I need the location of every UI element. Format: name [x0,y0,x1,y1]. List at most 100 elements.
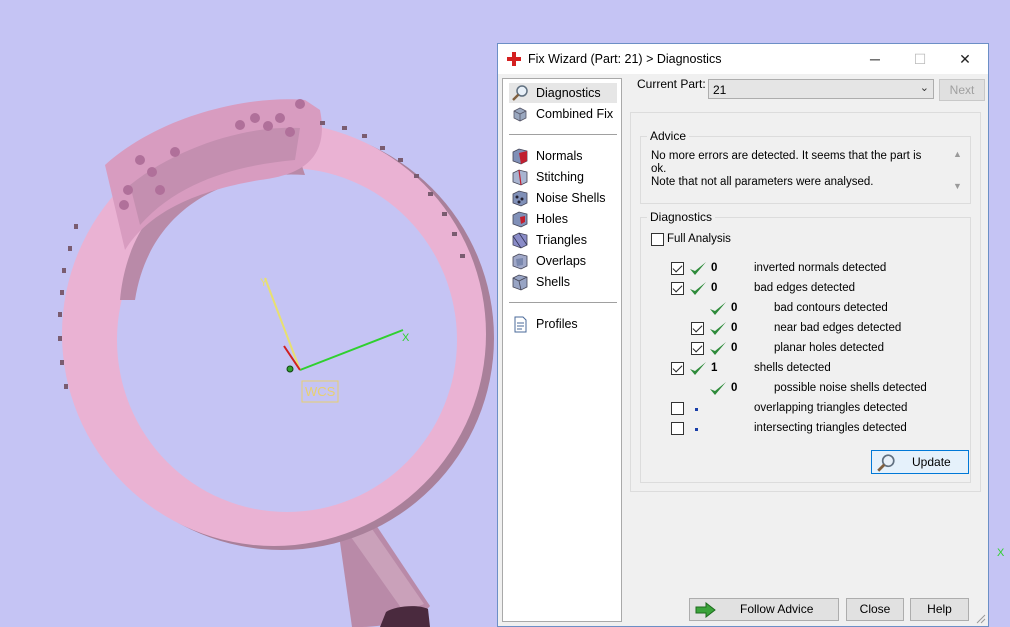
green-check-icon [710,342,726,355]
diagnostic-label: shells detected [754,362,831,374]
current-part-label: Current Part: [637,77,706,91]
nav-label-stitching: Stitching [536,170,584,184]
origin-marker [286,365,294,373]
diagnostic-count: 0 [731,342,738,354]
magnifier-icon [877,454,895,472]
diagnostic-checkbox[interactable] [671,282,684,295]
holes-cube-icon [512,211,528,228]
title-bar[interactable]: Fix Wizard (Part: 21) > Diagnostics ─ ☐ … [498,44,988,74]
diagnostic-label: intersecting triangles detected [754,422,907,434]
nav-label-profiles: Profiles [536,317,578,331]
maximize-button[interactable]: ☐ [897,44,943,74]
nav-item-triangles[interactable]: Triangles [509,230,617,250]
nav-item-diagnostics[interactable]: Diagnostics [509,83,617,103]
diagnostic-count: 0 [711,262,718,274]
advice-text: No more errors are detected. It seems th… [651,150,931,189]
nav-item-profiles[interactable]: Profiles [509,314,617,334]
green-check-icon [710,382,726,395]
wizard-nav-panel: Diagnostics Combined Fix Normals Stitchi… [502,78,622,622]
window-title: Fix Wizard (Part: 21) > Diagnostics [528,52,722,66]
full-analysis-label: Full Analysis [667,233,731,245]
chevron-down-icon: ⌄ [919,82,929,94]
update-button[interactable]: Update [871,450,969,474]
scroll-down-icon[interactable]: ▼ [953,181,962,191]
diagnostic-label: overlapping triangles detected [754,402,908,414]
arrow-right-icon [695,602,716,618]
diagnostics-title: Diagnostics [647,210,716,224]
advice-group: Advice No more errors are detected. It s… [640,129,971,204]
diagnostic-count: 0 [731,302,738,314]
axis-marker: X [997,547,1005,559]
profiles-document-icon [514,316,527,333]
help-button[interactable]: Help [910,598,969,621]
diagnostic-count: 1 [711,362,718,374]
diagnostic-label: bad edges detected [754,282,856,294]
full-analysis-checkbox[interactable] [651,233,664,246]
update-label: Update [912,455,951,469]
green-check-icon [690,262,706,275]
current-part-value: 21 [713,83,727,97]
close-button[interactable]: Close [846,598,904,621]
green-check-icon [710,302,726,315]
nav-label-holes: Holes [536,212,568,226]
x-axis-label: X [402,332,410,344]
fix-wizard-dialog: Fix Wizard (Part: 21) > Diagnostics ─ ☐ … [497,43,989,627]
shells-cube-icon [512,274,528,291]
follow-advice-button[interactable]: Follow Advice [689,598,839,621]
nav-label-triangles: Triangles [536,233,587,247]
nav-item-shells[interactable]: Shells [509,272,617,292]
diagnostic-checkbox[interactable] [691,342,704,355]
diagnostic-label: planar holes detected [774,342,884,354]
diagnostic-checkbox[interactable] [671,262,684,275]
nav-label-diagnostics: Diagnostics [536,86,601,100]
advice-line-1: No more errors are detected. It seems th… [651,150,922,175]
combined-fix-icon [513,107,527,122]
red-cross-icon [507,52,521,66]
status-dot [695,428,698,431]
diagnostic-checkbox[interactable] [671,362,684,375]
diagnostic-count: 0 [731,382,738,394]
stitching-cube-icon [512,169,528,186]
nav-item-stitching[interactable]: Stitching [509,167,617,187]
nav-label-shells: Shells [536,275,571,289]
scroll-up-icon[interactable]: ▲ [953,149,962,159]
diagnostic-checkbox[interactable] [671,422,684,435]
advice-line-2: Note that not all parameters were analys… [651,176,874,188]
green-check-icon [690,362,706,375]
current-part-select[interactable]: 21 ⌄ [708,79,934,99]
diagnostic-label: inverted normals detected [754,262,887,274]
diagnostics-group: Diagnostics Full Analysis 0 inverted norm… [640,210,971,483]
diagnostic-label: possible noise shells detected [774,382,927,394]
nav-item-overlaps[interactable]: Overlaps [509,251,617,271]
diagnostic-checkbox[interactable] [671,402,684,415]
nav-divider [509,134,617,135]
diagnostic-label: near bad edges detected [774,322,902,334]
diagnostics-panel: Advice No more errors are detected. It s… [630,112,981,492]
noise-shells-cube-icon [512,190,528,207]
close-window-button[interactable]: ✕ [942,44,988,74]
diagnostic-count: 0 [731,322,738,334]
magnifier-icon [512,85,528,101]
nav-item-holes[interactable]: Holes [509,209,617,229]
green-check-icon [690,282,706,295]
wcs-label: WCS [305,384,336,399]
advice-title: Advice [647,129,690,143]
nav-item-normals[interactable]: Normals [509,146,617,166]
green-check-icon [710,322,726,335]
nav-label-noise-shells: Noise Shells [536,191,606,205]
diagnostic-checkbox[interactable] [691,322,704,335]
next-button[interactable]: Next [939,79,985,101]
y-axis-label: Y [260,277,268,289]
minimize-button[interactable]: ─ [852,44,898,74]
nav-divider [509,302,617,303]
follow-advice-label: Follow Advice [740,602,814,616]
status-dot [695,408,698,411]
triangles-cube-icon [512,232,528,249]
diagnostic-label: bad contours detected [774,302,888,314]
nav-item-combined-fix[interactable]: Combined Fix [509,104,617,124]
nav-item-noise-shells[interactable]: Noise Shells [509,188,617,208]
nav-label-normals: Normals [536,149,583,163]
normals-cube-icon [512,148,528,165]
nav-label-overlaps: Overlaps [536,254,587,268]
resize-grip-icon[interactable] [976,614,986,624]
